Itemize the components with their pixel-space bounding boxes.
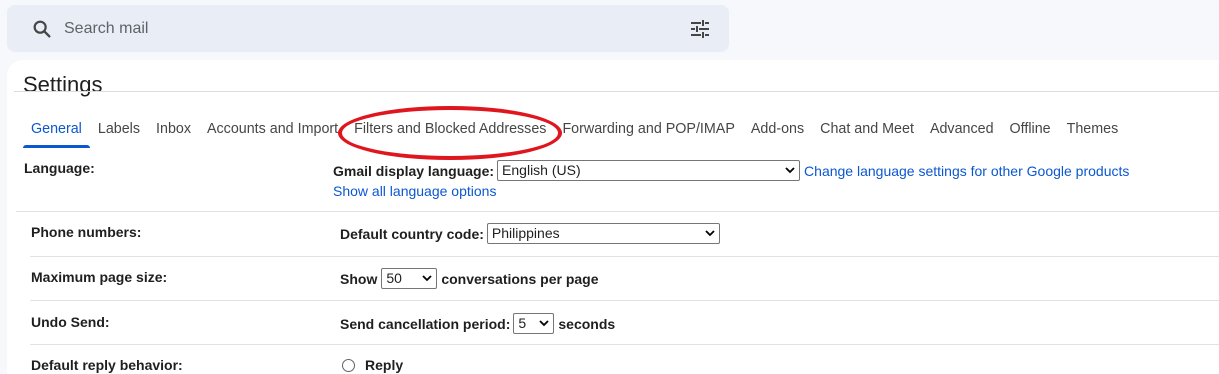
field-suffix: seconds — [558, 315, 616, 332]
row-divider — [30, 344, 1219, 345]
reply-radio[interactable] — [342, 358, 355, 372]
field-label: Gmail display language: — [333, 162, 495, 179]
language-controls: Gmail display language: English (US) Cha… — [333, 160, 1129, 181]
display-language-select[interactable]: English (US) — [497, 160, 801, 181]
country-code-select[interactable]: Philippines — [486, 223, 720, 244]
row-divider — [30, 256, 1219, 257]
chevron-down-icon — [422, 275, 432, 282]
show-all-languages-wrap: Show all language options — [333, 183, 496, 199]
page-size-controls: Show 50 conversations per page — [340, 268, 599, 289]
show-all-languages-link[interactable]: Show all language options — [333, 183, 496, 199]
undo-send-controls: Send cancellation period: 5 seconds — [340, 313, 615, 334]
setting-label-page-size: Maximum page size: — [31, 269, 168, 285]
search-options-icon[interactable] — [688, 17, 712, 41]
setting-row-language: Language: Gmail display language: Englis… — [16, 92, 1219, 212]
field-label: Default country code: — [340, 225, 484, 242]
select-value: 5 — [518, 315, 527, 331]
setting-label-reply-behavior: Default reply behavior: — [31, 357, 183, 373]
search-icon[interactable] — [31, 18, 53, 40]
search-input[interactable] — [63, 15, 623, 42]
row-divider — [30, 211, 1219, 212]
select-value: Philippines — [491, 225, 560, 241]
chevron-down-icon — [785, 167, 795, 174]
select-value: 50 — [386, 270, 402, 286]
row-divider — [30, 300, 1219, 301]
chevron-down-icon — [705, 230, 715, 237]
search-bar[interactable] — [7, 5, 729, 52]
select-value: English (US) — [502, 162, 581, 178]
cancellation-period-select[interactable]: 5 — [513, 313, 555, 334]
radio-label: Reply — [365, 357, 404, 373]
page-size-select[interactable]: 50 — [381, 268, 438, 289]
setting-label: Language: — [24, 160, 95, 176]
chevron-down-icon — [539, 320, 550, 327]
field-suffix: conversations per page — [441, 270, 599, 287]
reply-behavior-controls: Reply — [340, 357, 403, 373]
setting-label-phone: Phone numbers: — [31, 224, 142, 240]
setting-label-undo-send: Undo Send: — [31, 314, 110, 330]
field-label: Send cancellation period: — [340, 315, 511, 332]
phone-controls: Default country code: Philippines — [340, 223, 724, 244]
field-label: Show — [340, 270, 378, 287]
change-language-link[interactable]: Change language settings for other Googl… — [804, 163, 1129, 179]
settings-rows: Language: Gmail display language: Englis… — [16, 92, 1219, 212]
